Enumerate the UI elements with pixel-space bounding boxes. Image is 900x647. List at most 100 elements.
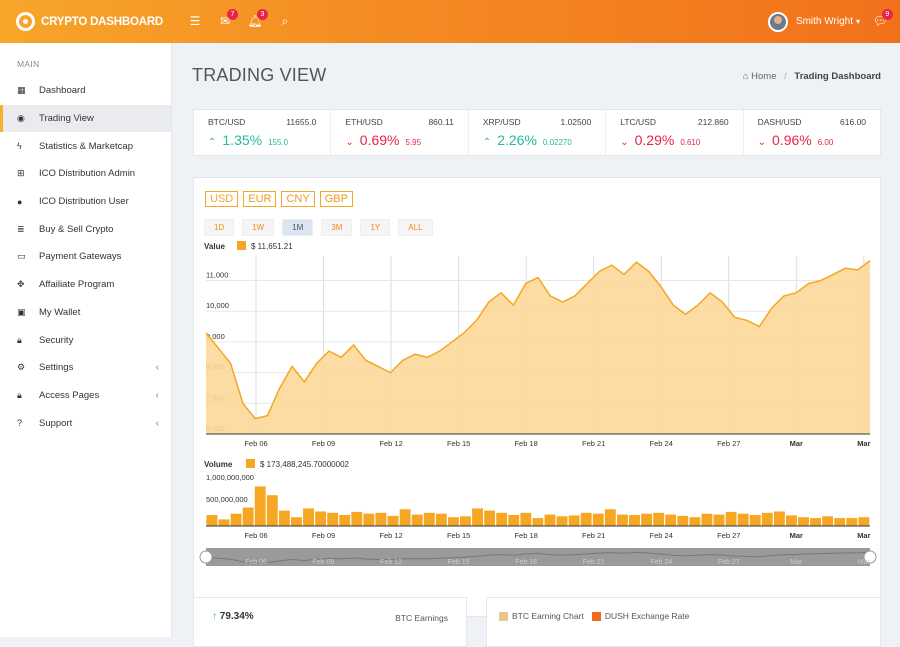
volume-bar	[810, 518, 822, 526]
earnings-card: ↑ 79.34% BTC Earnings	[193, 597, 467, 647]
user-menu[interactable]: Smith Wright ▾	[767, 0, 860, 43]
ticker-ltc-usd[interactable]: LTC/USD 212.860 ⌄ 0.29% 0.610	[606, 110, 744, 155]
sidebar-item-security[interactable]: 🔒︎ Security	[0, 326, 171, 354]
volume-x-tick-label: Feb 27	[717, 531, 740, 540]
x-tick-label: Feb 06	[244, 439, 267, 448]
ticker-change: 5.95	[405, 138, 422, 147]
sidebar-item-statistics-marketcap[interactable]: ϟ Statistics & Marketcap	[0, 132, 171, 160]
sidebar-item-dashboard[interactable]: ▦ Dashboard	[0, 77, 171, 105]
x-tick-label: Feb 27	[717, 439, 740, 448]
sidebar-item-affailiate-program[interactable]: ✥ Affailiate Program	[0, 271, 171, 299]
y-tick-label: 10,000	[206, 301, 229, 310]
volume-x-tick-label: Feb 06	[244, 531, 267, 540]
search-button[interactable]: ⌕	[270, 0, 300, 43]
mail-button[interactable]: ✉ 7	[210, 0, 240, 43]
range-all-button[interactable]: ALL	[398, 219, 433, 236]
breadcrumb-current: Trading Dashboard	[794, 71, 881, 82]
sidebar-item-my-wallet[interactable]: ▣ My Wallet	[0, 299, 171, 327]
volume-bar	[653, 512, 665, 526]
volume-x-tick-label: Mar	[857, 531, 870, 540]
volume-bar	[665, 514, 677, 526]
range-1y-button[interactable]: 1Y	[360, 219, 391, 236]
volume-bar	[278, 510, 290, 526]
breadcrumb: ⌂ Home / Trading Dashboard	[743, 71, 881, 82]
volume-bar	[834, 518, 846, 526]
currency-cny-button[interactable]: CNY	[281, 191, 315, 207]
navigator-range[interactable]	[206, 548, 870, 566]
ticker-pair: LTC/USD	[620, 117, 656, 127]
range-3m-button[interactable]: 3M	[321, 219, 353, 236]
gear-icon: ⚙	[17, 362, 26, 373]
volume-bar	[460, 516, 471, 526]
chevron-left-icon: ‹	[155, 389, 159, 401]
volume-bar	[713, 514, 725, 526]
currency-eur-button[interactable]: EUR	[243, 191, 277, 207]
volume-x-tick-label: Mar	[790, 531, 803, 540]
volume-bar	[822, 516, 834, 526]
sidebar-heading: MAIN	[17, 59, 40, 69]
ticker-pair: ETH/USD	[345, 117, 383, 127]
volume-bar	[387, 515, 399, 526]
sidebar-item-trading-view[interactable]: ◉ Trading View	[0, 104, 171, 133]
x-tick-label: Feb 09	[312, 439, 335, 448]
navigator-tick-label: Mar	[790, 559, 803, 566]
search-icon: ⌕	[281, 14, 289, 28]
navigator-left-handle[interactable]	[199, 550, 213, 564]
x-tick-label: Mar	[790, 439, 803, 448]
volume-bar	[544, 514, 556, 526]
volume-legend-label: Volume	[204, 460, 233, 469]
ticker-price: 212.860	[697, 117, 729, 127]
menu-toggle-button[interactable]: ☰	[180, 0, 210, 43]
sidebar-item-support[interactable]: ? Support ‹	[0, 409, 171, 437]
ticker-xrp-usd[interactable]: XRP/USD 1.02500 ⌃ 2.26% 0.02270	[469, 110, 607, 155]
volume-x-tick-label: Feb 09	[312, 531, 335, 540]
sidebar-item-access-pages[interactable]: 🔒︎ Access Pages ‹	[0, 382, 171, 410]
volume-bar	[375, 512, 387, 526]
ticker-price: 1.02500	[560, 117, 592, 127]
range-1w-button[interactable]: 1W	[242, 219, 275, 236]
navigator-tick-label: Feb 15	[448, 559, 470, 566]
ticker-change: 155.0	[268, 138, 289, 147]
sidebar-item-settings[interactable]: ⚙ Settings ‹	[0, 354, 171, 382]
volume-readout: $ 173,488,245.70000002	[260, 460, 350, 469]
page-title: TRADING VIEW	[192, 65, 327, 85]
volume-bar	[351, 511, 363, 526]
app-logo[interactable]: CRYPTO DASHBOARD	[0, 12, 180, 31]
volume-bar	[206, 515, 218, 526]
volume-bar	[785, 515, 797, 526]
sidebar: MAIN ▦ Dashboard ◉ Trading View ϟ Statistics …	[0, 43, 172, 637]
ticker-btc-usd[interactable]: BTC/USD 11655.0 ⌃ 1.35% 155.0	[194, 110, 332, 155]
lock-icon: 🔒︎	[17, 334, 22, 345]
caret-down-icon: ⌄	[345, 137, 354, 148]
chat-button[interactable]: 💬︎ 9	[873, 0, 893, 43]
bolt-icon: ϟ	[17, 141, 22, 152]
price-chart[interactable]: Value$ 11,651.216,0007,0008,0009,00010,0…	[194, 238, 880, 638]
ticker-percent: 2.26%	[497, 132, 537, 148]
sidebar-item-payment-gateways[interactable]: ▭ Payment Gateways	[0, 243, 171, 271]
volume-bar	[327, 512, 339, 526]
chevron-left-icon: ‹	[155, 362, 159, 374]
volume-bar	[749, 515, 761, 526]
breadcrumb-home[interactable]: Home	[751, 71, 776, 82]
sidebar-item-ico-distribution-user[interactable]: ● ICO Distribution User	[0, 188, 171, 216]
ticker-eth-usd[interactable]: ETH/USD 860.11 ⌄ 0.69% 5.95	[331, 110, 469, 155]
notifications-button[interactable]: 🔔︎ 3	[240, 0, 270, 43]
currency-usd-button[interactable]: USD	[205, 191, 239, 207]
app-title: CRYPTO DASHBOARD	[41, 15, 164, 28]
home-icon: ⌂	[742, 71, 749, 82]
grid-icon: ▦	[17, 85, 26, 96]
ticker-dash-usd[interactable]: DASH/USD 616.00 ⌄ 0.96% 6.00	[744, 110, 880, 155]
currency-selector: USD EUR CNY GBP	[205, 191, 353, 207]
sidebar-item-buy-sell-crypto[interactable]: ≣ Buy & Sell Crypto	[0, 215, 171, 243]
legend-btc-earning: BTC Earning Chart	[512, 611, 584, 621]
range-1m-button[interactable]: 1M	[282, 219, 314, 236]
currency-gbp-button[interactable]: GBP	[319, 191, 353, 207]
ticker-change: 6.00	[817, 138, 834, 147]
sidebar-item-label: ICO Distribution Admin	[39, 168, 136, 180]
x-tick-label: Mar	[857, 439, 870, 448]
legend-dush-rate: DUSH Exchange Rate	[604, 611, 690, 621]
volume-bar	[520, 512, 532, 526]
sidebar-item-ico-distribution-admin[interactable]: ⊞ ICO Distribution Admin	[0, 160, 171, 188]
volume-x-tick-label: Feb 12	[379, 531, 402, 540]
range-1d-button[interactable]: 1D	[204, 219, 235, 236]
